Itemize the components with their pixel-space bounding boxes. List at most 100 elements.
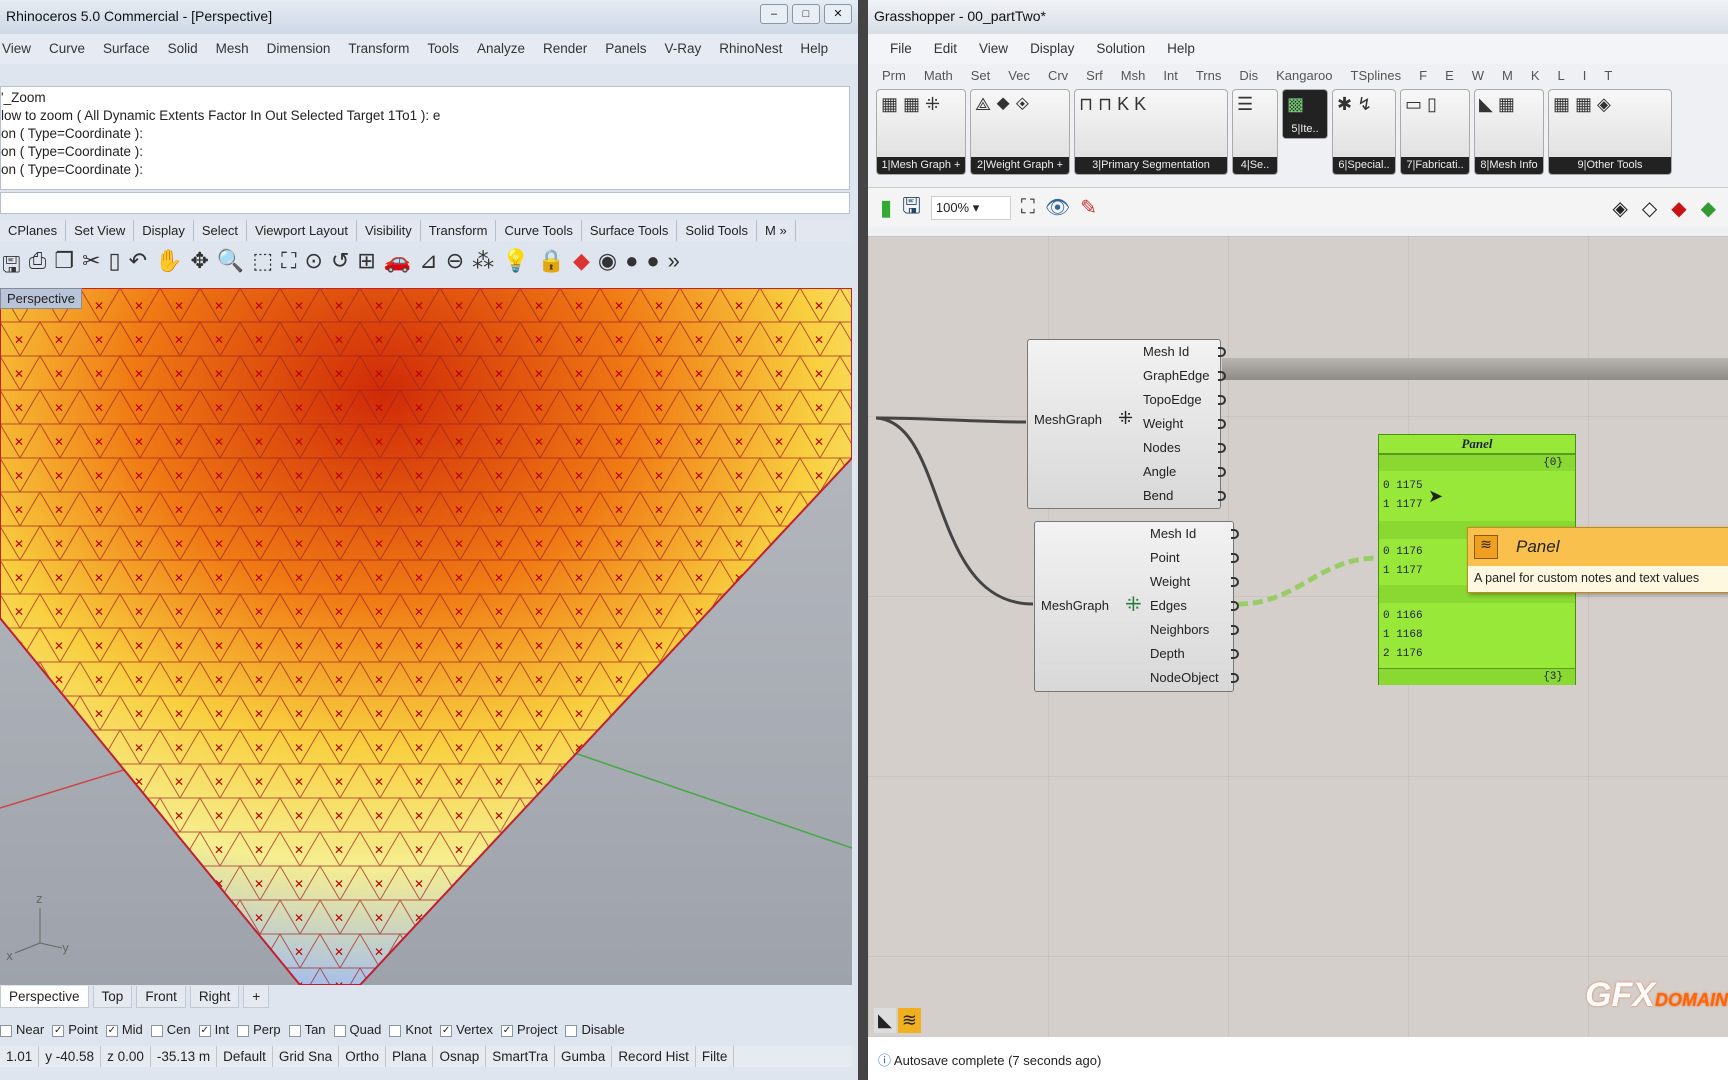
group-icons[interactable]: ▦ ▦ ⁜ [881, 94, 961, 115]
menu-item[interactable]: Solution [1096, 38, 1145, 60]
component-tab[interactable]: Msh [1121, 68, 1146, 83]
lock-icon[interactable]: 🔒 [538, 248, 565, 286]
maximize-button[interactable]: □ [792, 4, 820, 24]
component-tab[interactable]: Srf [1086, 68, 1103, 83]
checkbox[interactable] [0, 1024, 12, 1037]
menu-item[interactable]: Help [800, 38, 828, 60]
toolbar-tab[interactable]: M » [757, 220, 796, 241]
menu-item[interactable]: Solid [168, 38, 198, 60]
viewport-label[interactable]: Perspective [0, 288, 82, 309]
component-tab[interactable]: Set [971, 68, 991, 83]
component-group[interactable]: ▦ ▦ ◈ 9|Other Tools [1548, 89, 1672, 175]
cut-icon[interactable]: ✂ [82, 248, 100, 286]
output-param[interactable]: Angle [1143, 460, 1176, 484]
group-icons[interactable]: ☰ [1237, 94, 1273, 115]
component-tab[interactable]: Math [924, 68, 953, 83]
perspective-viewport[interactable]: ✕ zxy Perspective [0, 288, 852, 985]
checkbox[interactable]: ✓ [500, 1024, 513, 1037]
output-param[interactable]: TopoEdge [1143, 388, 1202, 412]
component-group[interactable]: ▩ 5|Ite.. [1282, 89, 1328, 139]
minimize-button[interactable]: – [760, 4, 788, 24]
osnap-disable[interactable]: Disable [565, 1022, 625, 1037]
osnap-tan[interactable]: Tan [288, 1022, 326, 1037]
group-icons[interactable]: ⊓ ⊓ K K [1079, 94, 1223, 115]
viewport-tab[interactable]: Front [136, 986, 186, 1008]
preview-selected-icon[interactable]: ◆ [1671, 196, 1686, 221]
group-icons[interactable]: ▩ [1287, 94, 1323, 115]
toolbar-tab[interactable]: Visibility [357, 220, 421, 241]
output-param[interactable]: Nodes [1143, 436, 1181, 460]
menu-item[interactable]: Mesh [216, 38, 249, 60]
menu-item[interactable]: Edit [934, 38, 957, 60]
toolbar-tab[interactable]: Surface Tools [582, 220, 678, 241]
toolbar-tab[interactable]: Solid Tools [677, 220, 758, 241]
osnap-vertex[interactable]: ✓ Vertex [440, 1022, 493, 1037]
status-field[interactable]: 1.01 [0, 1046, 40, 1067]
zoom-extents-icon[interactable]: ⛶ [1021, 196, 1035, 219]
zoom-selected-icon[interactable]: ⊙ [305, 248, 323, 286]
component-tab[interactable]: W [1472, 68, 1484, 83]
meshgraph-component-2[interactable]: MeshGraph ⁜ Mesh Id Point Weight Edges Neigh… [1034, 521, 1239, 692]
status-field[interactable]: Osnap [433, 1046, 487, 1067]
component-group[interactable]: ▦ ▦ ⁜ 1|Mesh Graph + [876, 89, 966, 175]
checkbox[interactable]: ✓ [198, 1024, 211, 1037]
toolbar-tab[interactable]: Curve Tools [496, 220, 582, 241]
component-tab[interactable]: Crv [1048, 68, 1068, 83]
status-field[interactable]: y -40.58 [39, 1046, 102, 1067]
component-tab[interactable]: M [1502, 68, 1513, 83]
toolbar-tab[interactable]: Transform [421, 220, 497, 241]
component-group[interactable]: ⊓ ⊓ K K 3|Primary Segmentation [1074, 89, 1228, 175]
menu-item[interactable]: RhinoNest [719, 38, 782, 60]
rotate-icon[interactable]: ✥ [190, 248, 208, 286]
toolbar-tab[interactable]: Select [194, 220, 247, 241]
component-tab[interactable]: Kangaroo [1276, 68, 1332, 83]
cplane-icon[interactable]: ⊖ [446, 248, 464, 286]
gh-canvas[interactable]: MeshGraph ⁜ Mesh Id GraphEdge TopoEdge Weig… [868, 236, 1728, 1036]
menu-item[interactable]: Render [543, 38, 587, 60]
menu-item[interactable]: Dimension [267, 38, 331, 60]
menu-item[interactable]: View [979, 38, 1008, 60]
output-param[interactable]: Mesh Id [1150, 522, 1196, 546]
component-group[interactable]: ⟁ ◆ ◈ 2|Weight Graph + [970, 89, 1070, 175]
osnap-mid[interactable]: ✓ Mid [105, 1022, 143, 1037]
menu-item[interactable]: Curve [49, 38, 85, 60]
osnap-quad[interactable]: Quad [333, 1022, 381, 1037]
open-icon[interactable]: ▮ [880, 195, 892, 221]
print-icon[interactable]: ⎙ [29, 248, 47, 286]
component-tab[interactable]: I [1583, 68, 1587, 83]
osnap-near[interactable]: Near [0, 1022, 44, 1037]
osnap-point[interactable]: ✓ Point [52, 1022, 98, 1037]
checkbox[interactable] [288, 1024, 301, 1037]
group-icons[interactable]: ▦ ▦ ◈ [1553, 94, 1667, 115]
meshgraph-component-1[interactable]: MeshGraph ⁜ Mesh Id GraphEdge TopoEdge Weig… [1027, 339, 1226, 509]
checkbox[interactable]: ✓ [105, 1024, 118, 1037]
material-icon[interactable]: ◆ [573, 248, 590, 286]
preview-shaded-icon[interactable]: ◇ [1642, 196, 1657, 221]
group-icons[interactable]: ⟁ ◆ ◈ [975, 94, 1065, 115]
zoom-icon[interactable]: 🔍 [217, 248, 244, 286]
menu-item[interactable]: Panels [605, 38, 646, 60]
status-field[interactable]: Filte [696, 1046, 735, 1067]
more-icon[interactable]: » [668, 248, 680, 286]
status-field[interactable]: Record Hist [612, 1046, 696, 1067]
component-tab[interactable]: Prm [882, 68, 906, 83]
output-param[interactable]: Mesh Id [1143, 340, 1189, 364]
panel-icon[interactable]: ≋ [897, 1008, 921, 1033]
component-tab[interactable]: T [1604, 68, 1612, 83]
four-viewports-icon[interactable]: ⊞ [357, 248, 375, 286]
undo-icon[interactable]: ↶ [129, 248, 147, 286]
component-tab[interactable]: Dis [1239, 68, 1258, 83]
output-param[interactable]: Weight [1150, 570, 1190, 594]
group-icons[interactable]: ▭ ▯ [1405, 94, 1465, 115]
component-tab[interactable]: Trns [1196, 68, 1222, 83]
menu-item[interactable]: File [890, 38, 912, 60]
status-field[interactable]: Gumba [555, 1046, 613, 1067]
component-tab[interactable]: E [1445, 68, 1454, 83]
status-field[interactable]: -35.13 m [151, 1046, 218, 1067]
menu-item[interactable]: Help [1167, 38, 1195, 60]
checkbox[interactable] [237, 1024, 250, 1037]
component-tab[interactable]: TSplines [1351, 68, 1402, 83]
copy-icon[interactable]: ❐ [54, 248, 74, 286]
viewport-tab[interactable]: Right [189, 986, 240, 1008]
osnap-icon[interactable]: ⊿ [419, 248, 437, 286]
